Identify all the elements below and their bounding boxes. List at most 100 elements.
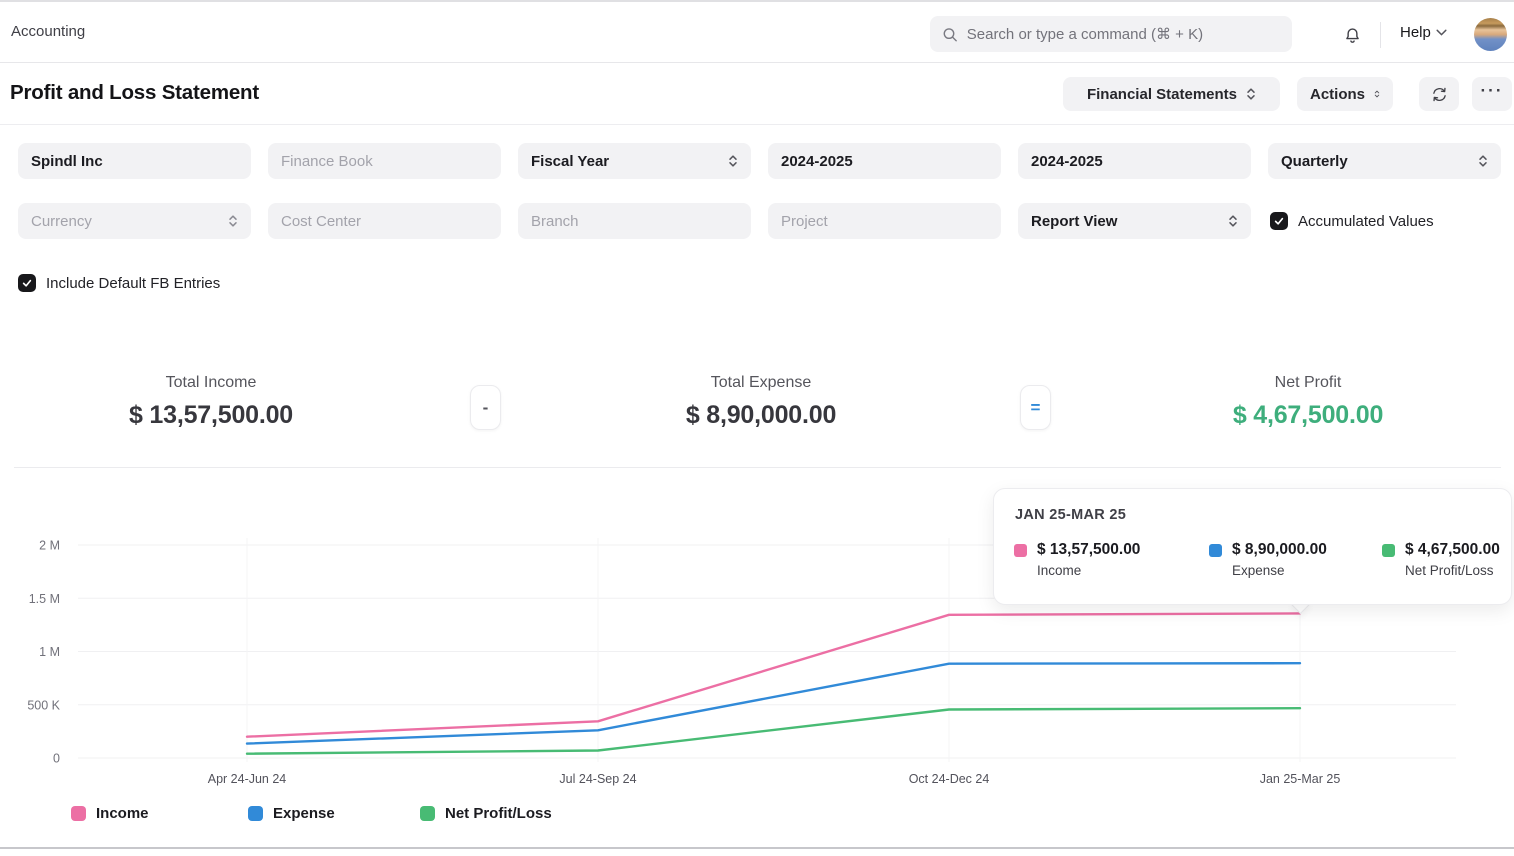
x-axis-tick-label: Oct 24-Dec 24 [909,772,990,786]
project-filter[interactable]: Project [768,203,1001,239]
minus-operator-badge: - [470,385,501,430]
from-fiscal-year-filter[interactable]: 2024-2025 [768,143,1001,179]
select-updown-icon [1228,213,1238,229]
to-fiscal-year-value: 2024-2025 [1031,153,1238,170]
chart-tooltip: JAN 25-MAR 25 $ 13,57,500.00 Income $ 8,… [993,488,1512,605]
chevron-down-icon [1436,29,1447,36]
minus-icon: - [483,398,489,418]
report-view-select[interactable]: Report View [1018,203,1251,239]
branch-filter[interactable]: Branch [518,203,751,239]
y-axis-tick-label: 2 M [39,539,60,553]
y-axis-tick-label: 0 [53,752,60,766]
notifications-button[interactable] [1340,24,1364,48]
financial-statements-select[interactable]: Financial Statements [1063,77,1280,111]
project-placeholder: Project [781,213,988,230]
to-fiscal-year-filter[interactable]: 2024-2025 [1018,143,1251,179]
tooltip-expense-item: $ 8,90,000.00 Expense [1209,541,1327,578]
x-axis-tick-label: Jul 24-Sep 24 [559,772,636,786]
currency-placeholder: Currency [31,213,228,230]
legend-item-expense[interactable]: Expense [248,804,335,822]
include-default-fb-label: Include Default FB Entries [46,275,220,292]
legend-swatch [248,806,263,821]
income-swatch [1014,544,1027,557]
user-avatar[interactable] [1474,18,1507,51]
page-title: Profit and Loss Statement [10,81,259,105]
select-updown-icon [1374,86,1380,102]
line-series-expense [247,663,1300,743]
tooltip-expense-value: $ 8,90,000.00 [1232,541,1327,559]
tooltip-net-profit-item: $ 4,67,500.00 Net Profit/Loss [1382,541,1500,578]
help-menu[interactable]: Help [1400,24,1447,41]
legend-label: Income [96,805,149,822]
tooltip-net-profit-value: $ 4,67,500.00 [1405,541,1500,559]
tooltip-period-title: JAN 25-MAR 25 [1015,507,1126,523]
bell-icon [1342,26,1363,47]
net-profit-label: Net Profit [1158,374,1458,392]
company-filter-value: Spindl Inc [31,153,238,170]
total-income-value: $ 13,57,500.00 [61,401,361,430]
legend-label: Net Profit/Loss [445,805,552,822]
checkbox-checked-icon [18,274,36,292]
legend-swatch [420,806,435,821]
include-default-fb-checkbox[interactable]: Include Default FB Entries [18,274,220,292]
tooltip-income-value: $ 13,57,500.00 [1037,541,1140,559]
equals-icon: = [1031,398,1041,418]
y-axis-tick-label: 1 M [39,645,60,659]
help-label: Help [1400,24,1431,41]
legend-item-income[interactable]: Income [71,804,149,822]
search-icon [942,26,958,43]
tooltip-income-item: $ 13,57,500.00 Income [1014,541,1140,578]
topbar-divider [1380,22,1381,48]
from-fiscal-year-value: 2024-2025 [781,153,988,170]
refresh-button[interactable] [1419,77,1459,111]
currency-select[interactable]: Currency [18,203,251,239]
legend-label: Expense [273,805,335,822]
more-options-button[interactable]: ··· [1472,77,1512,111]
window-bottom-edge [0,847,1514,849]
period-basis-select[interactable]: Fiscal Year [518,143,751,179]
tooltip-expense-label: Expense [1232,563,1327,578]
x-axis-tick-label: Jan 25-Mar 25 [1260,772,1341,786]
legend-item-net-profit-loss[interactable]: Net Profit/Loss [420,804,552,822]
period-basis-value: Fiscal Year [531,153,728,170]
net-profit-value: $ 4,67,500.00 [1158,401,1458,430]
net-profit-swatch [1382,544,1395,557]
accumulated-values-checkbox[interactable]: Accumulated Values [1270,212,1434,230]
y-axis-tick-label: 1.5 M [29,592,60,606]
global-search[interactable] [930,16,1292,52]
select-updown-icon [228,213,238,229]
actions-label: Actions [1310,86,1365,103]
actions-select[interactable]: Actions [1297,77,1393,111]
report-header-bar: Profit and Loss Statement Financial Stat… [0,63,1514,125]
cost-center-placeholder: Cost Center [281,213,488,230]
checkbox-checked-icon [1270,212,1288,230]
report-view-value: Report View [1031,213,1228,230]
x-axis-tick-label: Apr 24-Jun 24 [208,772,287,786]
total-income-label: Total Income [61,374,361,392]
expense-swatch [1209,544,1222,557]
equals-operator-badge: = [1020,385,1051,430]
cost-center-filter[interactable]: Cost Center [268,203,501,239]
select-updown-icon [1478,153,1488,169]
financial-statements-label: Financial Statements [1087,86,1237,103]
refresh-icon [1430,85,1449,104]
search-input[interactable] [967,26,1280,43]
y-axis-tick-label: 500 K [27,698,60,712]
line-series-income [247,613,1300,736]
company-filter[interactable]: Spindl Inc [18,143,251,179]
net-profit-summary: Net Profit $ 4,67,500.00 [1158,374,1458,430]
finance-book-filter[interactable]: Finance Book [268,143,501,179]
select-updown-icon [1246,86,1256,102]
periodicity-value: Quarterly [1281,153,1478,170]
accumulated-values-label: Accumulated Values [1298,213,1434,230]
accounting-app-window: Accounting Help Profit and Loss Statemen… [0,0,1514,856]
tooltip-net-profit-label: Net Profit/Loss [1405,563,1500,578]
breadcrumb[interactable]: Accounting [11,23,85,40]
finance-book-placeholder: Finance Book [281,153,488,170]
total-expense-value: $ 8,90,000.00 [611,401,911,430]
periodicity-select[interactable]: Quarterly [1268,143,1501,179]
total-expense-summary: Total Expense $ 8,90,000.00 [611,374,911,430]
total-expense-label: Total Expense [611,374,911,392]
select-updown-icon [728,153,738,169]
top-navigation-bar: Accounting Help [0,4,1514,63]
